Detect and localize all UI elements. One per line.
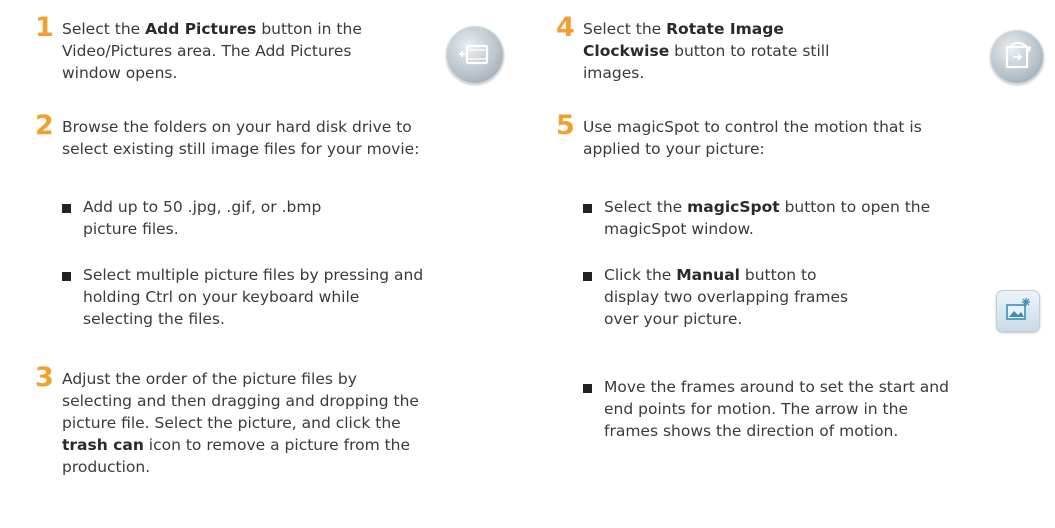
step-5-text: Use magicSpot to control the motion that… [583,118,922,158]
step-1-text: Select the Add Pictures button in the Vi… [62,20,362,82]
step-2-text: Browse the folders on your hard disk dri… [62,118,420,158]
bullet-square [62,272,71,281]
step-3-text: Adjust the order of the picture files by… [62,370,419,476]
step-5-number: 5 [556,110,575,141]
bullet-square [583,384,592,393]
manual-frames-icon [996,290,1040,332]
step-2-bullet-2: Select multiple picture files by pressin… [83,266,424,328]
add-pictures-icon [446,26,504,84]
step-5-bullet-1: Select the magicSpot button to open the … [604,198,931,238]
step-1-number: 1 [35,12,54,43]
step-4-text: Select the Rotate Image Clockwise button… [583,20,830,82]
step-2-number: 2 [35,110,54,141]
rotate-clockwise-icon [990,30,1044,84]
bullet-square [583,272,592,281]
step-5-bullet-2: Click the Manual button to display two o… [604,266,849,328]
step-4-number: 4 [556,12,575,43]
bullet-square [583,204,592,213]
bullet-square [62,204,71,213]
step-5-bullet-3: Move the frames around to set the start … [604,378,949,440]
step-3-number: 3 [35,362,54,393]
step-2-bullet-1: Add up to 50 .jpg, .gif, or .bmp picture… [83,198,322,238]
